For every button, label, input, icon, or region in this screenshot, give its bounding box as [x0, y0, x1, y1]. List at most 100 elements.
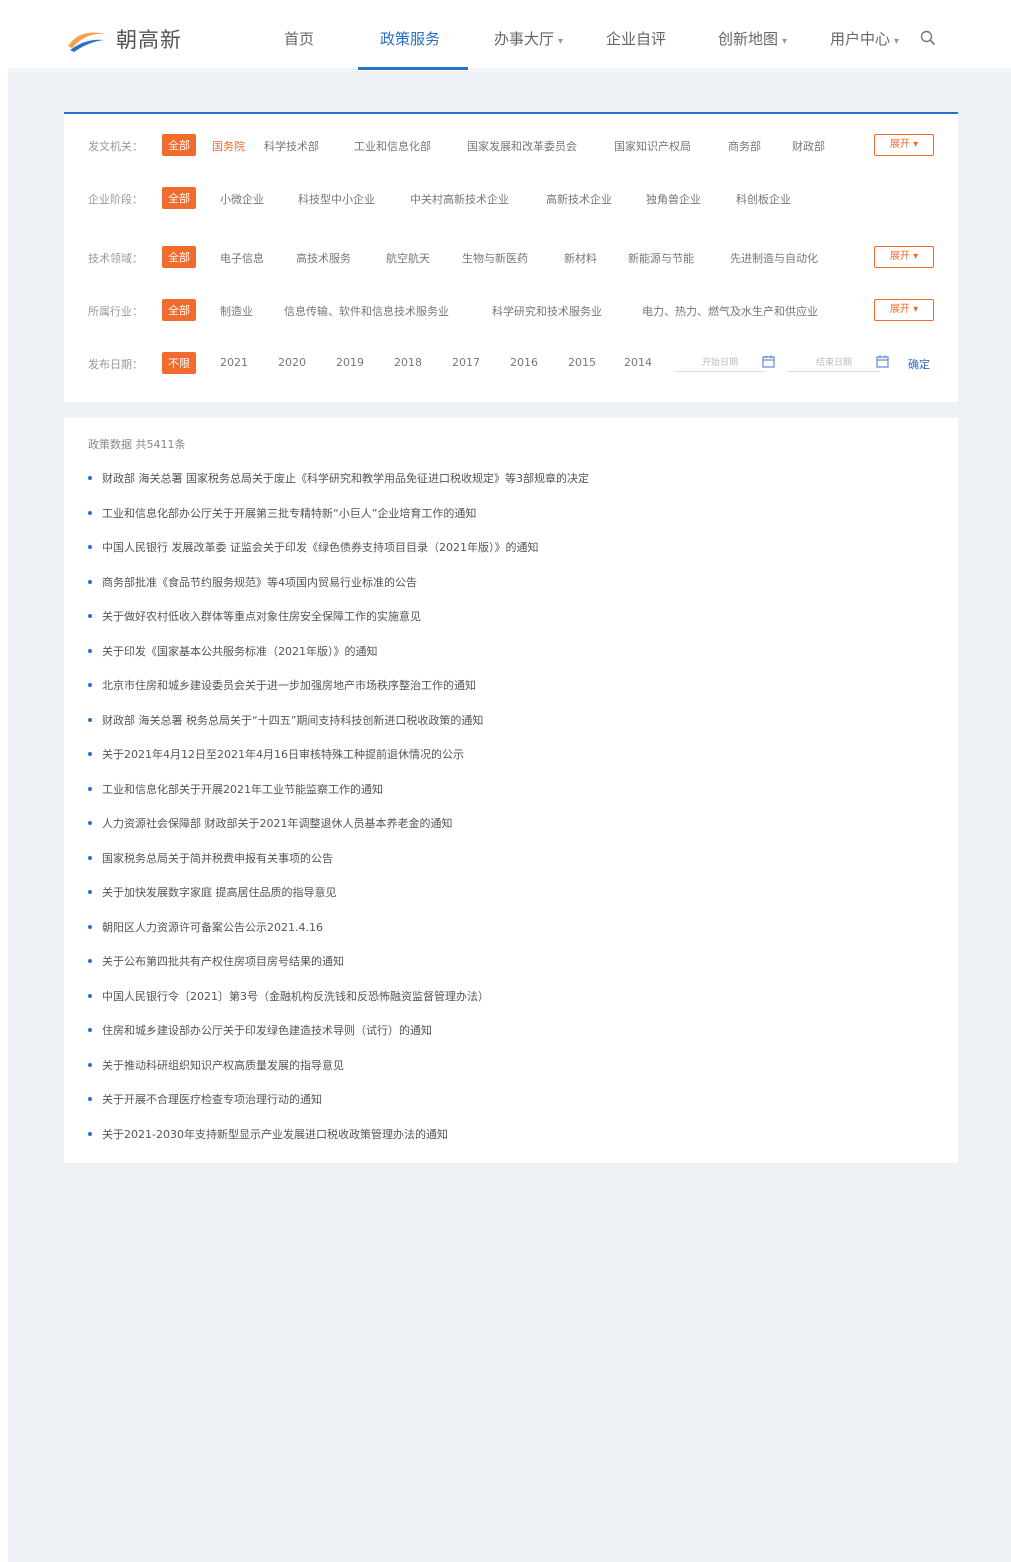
- filter-option[interactable]: 2016: [510, 356, 538, 369]
- filter-option[interactable]: 商务部: [728, 138, 761, 154]
- policy-list-item[interactable]: 国家税务总局关于简并税费申报有关事项的公告: [88, 850, 589, 885]
- policy-title-link[interactable]: 关于做好农村低收入群体等重点对象住房安全保障工作的实施意见: [102, 608, 421, 624]
- policy-title-link[interactable]: 关于推动科研组织知识产权高质量发展的指导意见: [102, 1057, 344, 1073]
- filter-option[interactable]: 科学研究和技术服务业: [492, 303, 602, 319]
- filter-option[interactable]: 国家发展和改革委员会: [467, 138, 577, 154]
- policy-title-link[interactable]: 财政部 海关总署 国家税务总局关于废止《科学研究和教学用品免征进口税收规定》等3…: [102, 470, 589, 486]
- filter-option[interactable]: 生物与新医药: [462, 250, 528, 266]
- filter-option[interactable]: 电力、热力、燃气及水生产和供应业: [642, 303, 818, 319]
- filter-option[interactable]: 工业和信息化部: [354, 138, 431, 154]
- policy-title-link[interactable]: 人力资源社会保障部 财政部关于2021年调整退休人员基本养老金的通知: [102, 815, 453, 831]
- policy-list-item[interactable]: 关于2021年4月12日至2021年4月16日审核特殊工种提前退休情况的公示: [88, 746, 589, 781]
- policy-title-link[interactable]: 朝阳区人力资源许可备案公告公示2021.4.16: [102, 919, 323, 935]
- filter-option[interactable]: 国务院: [212, 138, 245, 154]
- filter-label: 发文机关：: [88, 140, 143, 153]
- filter-option[interactable]: 2014: [624, 356, 652, 369]
- policy-title-link[interactable]: 财政部 海关总署 税务总局关于“十四五”期间支持科技创新进口税收政策的通知: [102, 712, 483, 728]
- calendar-icon[interactable]: [876, 355, 889, 368]
- filter-option[interactable]: 不限: [162, 352, 196, 374]
- filter-option[interactable]: 2021: [220, 356, 248, 369]
- policy-title-link[interactable]: 工业和信息化部办公厅关于开展第三批专精特新“小巨人”企业培育工作的通知: [102, 505, 476, 521]
- nav-item[interactable]: 企业自评: [606, 28, 666, 49]
- filter-label: 所属行业：: [88, 305, 143, 318]
- policy-list-item[interactable]: 人力资源社会保障部 财政部关于2021年调整退休人员基本养老金的通知: [88, 815, 589, 850]
- policy-title-link[interactable]: 关于2021-2030年支持新型显示产业发展进口税收政策管理办法的通知: [102, 1126, 448, 1142]
- policy-title-link[interactable]: 工业和信息化部关于开展2021年工业节能监察工作的通知: [102, 781, 383, 797]
- filter-option[interactable]: 新材料: [564, 250, 597, 266]
- filter-option[interactable]: 2015: [568, 356, 596, 369]
- filter-option[interactable]: 新能源与节能: [628, 250, 694, 266]
- filter-option[interactable]: 2020: [278, 356, 306, 369]
- nav-item-label: 政策服务: [380, 30, 441, 48]
- filter-option[interactable]: 科技型中小企业: [298, 191, 375, 207]
- filter-option[interactable]: 财政部: [792, 138, 825, 154]
- nav-item[interactable]: 创新地图 ▾: [718, 28, 787, 49]
- policy-list-item[interactable]: 关于推动科研组织知识产权高质量发展的指导意见: [88, 1057, 589, 1092]
- policy-list-item[interactable]: 关于开展不合理医疗检查专项治理行动的通知: [88, 1091, 589, 1126]
- policy-list-item[interactable]: 北京市住房和城乡建设委员会关于进一步加强房地产市场秩序整治工作的通知: [88, 677, 589, 712]
- policy-title-link[interactable]: 关于2021年4月12日至2021年4月16日审核特殊工种提前退休情况的公示: [102, 746, 464, 762]
- end-date-input[interactable]: 结束日期: [788, 354, 880, 372]
- policy-list-item[interactable]: 关于2021-2030年支持新型显示产业发展进口税收政策管理办法的通知: [88, 1126, 589, 1161]
- nav-item[interactable]: 首页: [284, 28, 314, 49]
- expand-button[interactable]: 展开 ▾: [874, 299, 934, 321]
- date-confirm-link[interactable]: 确定: [908, 356, 930, 372]
- filter-option[interactable]: 全部: [162, 299, 196, 321]
- filter-option[interactable]: 中关村高新技术企业: [410, 191, 509, 207]
- policy-title-link[interactable]: 关于公布第四批共有产权住房项目房号结果的通知: [102, 953, 344, 969]
- filter-option[interactable]: 全部: [162, 246, 196, 268]
- filter-option[interactable]: 2017: [452, 356, 480, 369]
- filter-option[interactable]: 2018: [394, 356, 422, 369]
- nav-item-label: 首页: [284, 30, 315, 48]
- filter-option[interactable]: 全部: [162, 134, 196, 156]
- policy-list-item[interactable]: 中国人民银行令〔2021〕第3号（金融机构反洗钱和反恐怖融资监督管理办法）: [88, 988, 589, 1023]
- filter-option[interactable]: 全部: [162, 187, 196, 209]
- policy-list-item[interactable]: 关于加快发展数字家庭 提高居住品质的指导意见: [88, 884, 589, 919]
- policy-list-item[interactable]: 关于印发《国家基本公共服务标准（2021年版）》的通知: [88, 643, 589, 678]
- filter-option[interactable]: 国家知识产权局: [614, 138, 691, 154]
- bullet-dot-icon: [88, 890, 92, 894]
- policy-title-link[interactable]: 关于印发《国家基本公共服务标准（2021年版）》的通知: [102, 643, 378, 659]
- expand-button[interactable]: 展开 ▾: [874, 134, 934, 156]
- filter-option[interactable]: 信息传输、软件和信息技术服务业: [284, 303, 449, 319]
- filter-option[interactable]: 2019: [336, 356, 364, 369]
- policy-list-item[interactable]: 工业和信息化部办公厅关于开展第三批专精特新“小巨人”企业培育工作的通知: [88, 505, 589, 540]
- policy-list-item[interactable]: 住房和城乡建设部办公厅关于印发绿色建造技术导则（试行）的通知: [88, 1022, 589, 1057]
- policy-list-item[interactable]: 财政部 海关总署 国家税务总局关于废止《科学研究和教学用品免征进口税收规定》等3…: [88, 470, 589, 505]
- filter-option[interactable]: 高技术服务: [296, 250, 351, 266]
- filter-option[interactable]: 科学技术部: [264, 138, 319, 154]
- filter-option[interactable]: 小微企业: [220, 191, 264, 207]
- policy-title-link[interactable]: 中国人民银行 发展改革委 证监会关于印发《绿色债券支持项目目录（2021年版）》…: [102, 539, 539, 555]
- site-logo[interactable]: 朝高新: [66, 22, 182, 56]
- policy-title-link[interactable]: 北京市住房和城乡建设委员会关于进一步加强房地产市场秩序整治工作的通知: [102, 677, 476, 693]
- search-icon[interactable]: [920, 30, 936, 46]
- filter-option[interactable]: 航空航天: [386, 250, 430, 266]
- nav-item[interactable]: 用户中心 ▾: [830, 28, 899, 49]
- filter-option[interactable]: 制造业: [220, 303, 253, 319]
- policy-list-item[interactable]: 中国人民银行 发展改革委 证监会关于印发《绿色债券支持项目目录（2021年版）》…: [88, 539, 589, 574]
- policy-list-item[interactable]: 关于公布第四批共有产权住房项目房号结果的通知: [88, 953, 589, 988]
- expand-button[interactable]: 展开 ▾: [874, 246, 934, 268]
- policy-list-item[interactable]: 商务部批准《食品节约服务规范》等4项国内贸易行业标准的公告: [88, 574, 589, 609]
- filter-option[interactable]: 高新技术企业: [546, 191, 612, 207]
- start-date-input[interactable]: 开始日期: [674, 354, 766, 372]
- policy-title-link[interactable]: 中国人民银行令〔2021〕第3号（金融机构反洗钱和反恐怖融资监督管理办法）: [102, 988, 489, 1004]
- policy-title-link[interactable]: 商务部批准《食品节约服务规范》等4项国内贸易行业标准的公告: [102, 574, 417, 590]
- policy-title-link[interactable]: 国家税务总局关于简并税费申报有关事项的公告: [102, 850, 333, 866]
- filter-option[interactable]: 科创板企业: [736, 191, 791, 207]
- filter-option[interactable]: 电子信息: [220, 250, 264, 266]
- policy-list-item[interactable]: 财政部 海关总署 税务总局关于“十四五”期间支持科技创新进口税收政策的通知: [88, 712, 589, 747]
- policy-list-item[interactable]: 朝阳区人力资源许可备案公告公示2021.4.16: [88, 919, 589, 954]
- filter-option[interactable]: 先进制造与自动化: [730, 250, 818, 266]
- nav-item[interactable]: 办事大厅 ▾: [494, 28, 563, 49]
- policy-title-link[interactable]: 住房和城乡建设部办公厅关于印发绿色建造技术导则（试行）的通知: [102, 1022, 432, 1038]
- policy-list-item[interactable]: 工业和信息化部关于开展2021年工业节能监察工作的通知: [88, 781, 589, 816]
- bullet-dot-icon: [88, 786, 92, 791]
- policy-title-link[interactable]: 关于加快发展数字家庭 提高居住品质的指导意见: [102, 884, 337, 900]
- bullet-dot-icon: [88, 1028, 92, 1032]
- policy-list-item[interactable]: 关于做好农村低收入群体等重点对象住房安全保障工作的实施意见: [88, 608, 589, 643]
- filter-option[interactable]: 独角兽企业: [646, 191, 701, 207]
- calendar-icon[interactable]: [762, 355, 775, 368]
- policy-title-link[interactable]: 关于开展不合理医疗检查专项治理行动的通知: [102, 1091, 322, 1107]
- nav-item[interactable]: 政策服务: [380, 28, 440, 49]
